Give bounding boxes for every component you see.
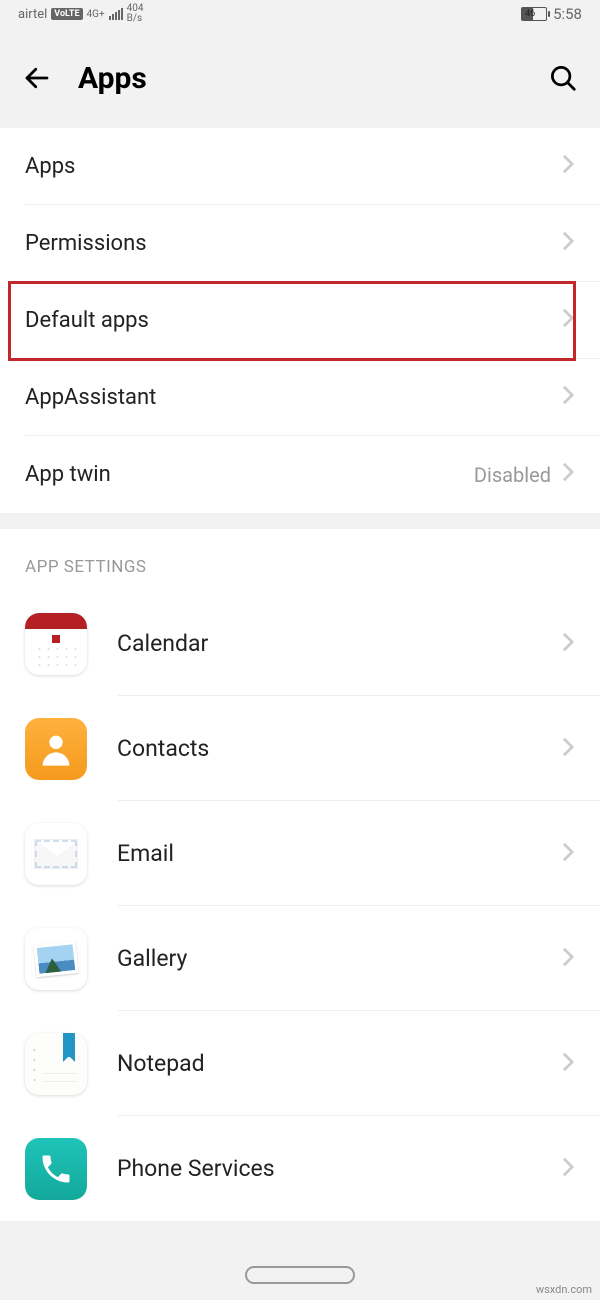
list-item-appassistant[interactable]: AppAssistant: [0, 359, 600, 436]
list-item-label: AppAssistant: [25, 385, 561, 410]
app-label: Contacts: [117, 735, 561, 762]
signal-icon: [109, 8, 123, 20]
page-title: Apps: [78, 61, 522, 96]
network-label: 4G+: [87, 9, 105, 20]
app-row-contacts[interactable]: Contacts: [0, 696, 600, 801]
list-item-label: Permissions: [25, 231, 561, 256]
calendar-icon: [25, 613, 87, 675]
app-label: Gallery: [117, 945, 561, 972]
battery-icon: 46: [521, 7, 547, 21]
app-row-gallery[interactable]: Gallery: [0, 906, 600, 1011]
app-settings-section: APP SETTINGS Calendar Contacts Email: [0, 529, 600, 1221]
search-button[interactable]: [546, 61, 580, 95]
section-header: APP SETTINGS: [0, 529, 600, 591]
contacts-icon: [25, 718, 87, 780]
list-item-permissions[interactable]: Permissions: [0, 205, 600, 282]
chevron-right-icon: [561, 1156, 575, 1182]
email-icon: [25, 823, 87, 885]
list-item-app-twin[interactable]: App twin Disabled: [0, 436, 600, 513]
carrier-label: airtel: [18, 7, 47, 22]
app-row-email[interactable]: Email: [0, 801, 600, 906]
list-item-label: Apps: [25, 154, 561, 179]
app-row-notepad[interactable]: Notepad: [0, 1011, 600, 1116]
chevron-right-icon: [561, 631, 575, 657]
volte-badge: VoLTE: [51, 8, 82, 20]
speed-indicator: 404B/s: [127, 4, 144, 24]
chevron-right-icon: [561, 1051, 575, 1077]
chevron-right-icon: [561, 841, 575, 867]
back-button[interactable]: [20, 61, 54, 95]
app-label: Calendar: [117, 630, 561, 657]
back-arrow-icon: [22, 63, 52, 93]
chevron-right-icon: [561, 736, 575, 762]
status-right: 46 5:58: [521, 5, 582, 23]
chevron-right-icon: [561, 384, 575, 412]
page-header: Apps: [0, 28, 600, 128]
search-icon: [548, 63, 578, 93]
app-label: Email: [117, 840, 561, 867]
gallery-icon: [25, 928, 87, 990]
watermark: wsxdn.com: [536, 1283, 592, 1296]
clock: 5:58: [553, 5, 582, 23]
list-item-value: Disabled: [474, 463, 551, 487]
status-bar: airtel VoLTE 4G+ 404B/s 46 5:58: [0, 0, 600, 28]
chevron-right-icon: [561, 153, 575, 181]
app-row-phone-services[interactable]: Phone Services: [0, 1116, 600, 1221]
list-item-apps[interactable]: Apps: [0, 128, 600, 205]
app-row-calendar[interactable]: Calendar: [0, 591, 600, 696]
status-left: airtel VoLTE 4G+ 404B/s: [18, 4, 144, 24]
main-settings-list: Apps Permissions Default apps AppAssista…: [0, 128, 600, 513]
list-item-default-apps[interactable]: Default apps: [0, 282, 600, 359]
chevron-right-icon: [561, 230, 575, 258]
chevron-right-icon: [561, 461, 575, 489]
list-item-label: Default apps: [25, 308, 561, 333]
list-item-label: App twin: [25, 462, 474, 487]
notepad-icon: [25, 1033, 87, 1095]
home-indicator[interactable]: [245, 1266, 355, 1284]
app-label: Notepad: [117, 1050, 561, 1077]
app-label: Phone Services: [117, 1155, 561, 1182]
chevron-right-icon: [561, 946, 575, 972]
chevron-right-icon: [561, 307, 575, 335]
phone-icon: [25, 1138, 87, 1200]
